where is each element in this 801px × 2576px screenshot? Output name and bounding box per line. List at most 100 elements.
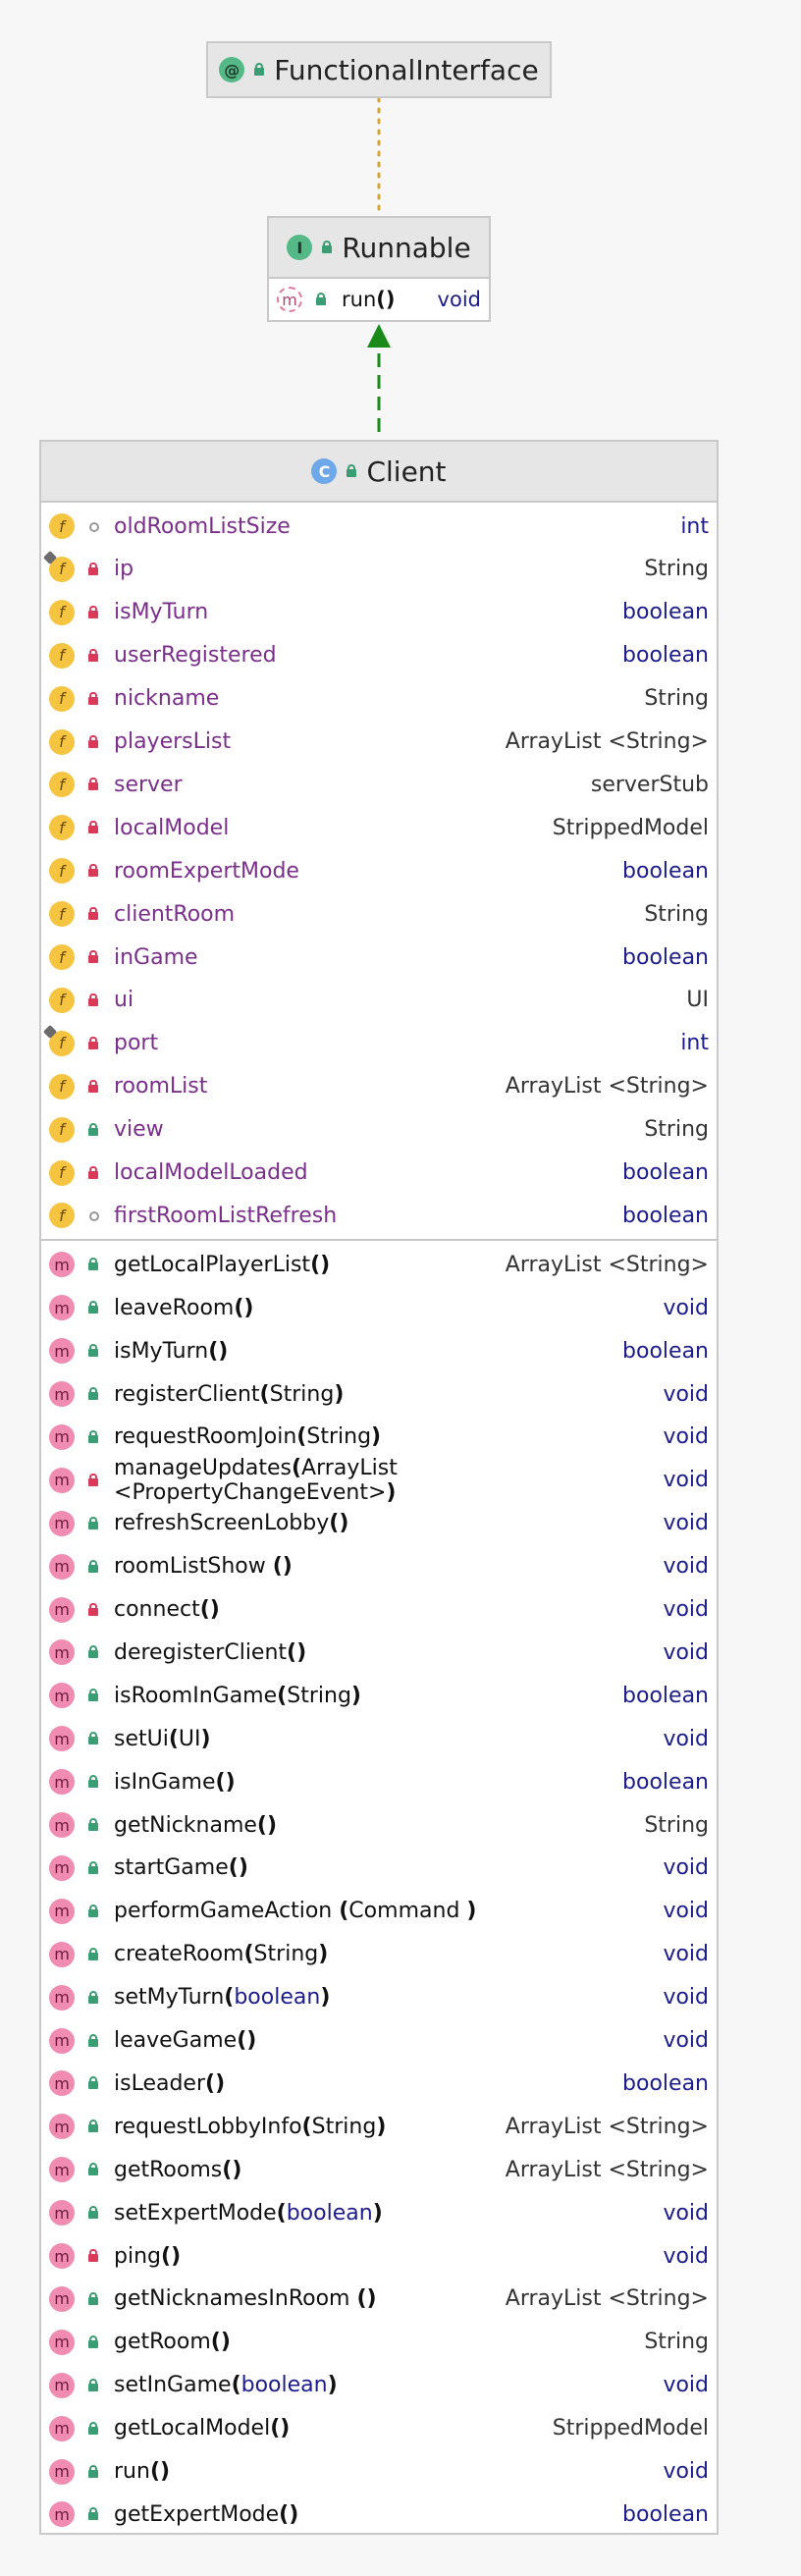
method-row[interactable]: m getExpertMode() boolean — [41, 2493, 717, 2536]
field-row[interactable]: f view String — [41, 1108, 717, 1152]
method-params: () — [287, 1639, 307, 1665]
field-name: ip — [114, 557, 134, 582]
method-row[interactable]: m ping() void — [41, 2234, 717, 2278]
field-row[interactable]: f isMyTurn boolean — [41, 591, 717, 634]
method-icon: m — [49, 2200, 75, 2227]
field-row[interactable]: f roomExpertMode boolean — [41, 849, 717, 892]
functional-interface-name: FunctionalInterface — [274, 53, 539, 86]
private-lock-icon — [86, 562, 100, 576]
method-row[interactable]: m isLeader() boolean — [41, 2062, 717, 2105]
runnable-interface-box[interactable]: I Runnable m run() void — [267, 216, 491, 322]
field-name: localModel — [114, 815, 230, 840]
public-lock-icon — [86, 1645, 100, 1659]
method-row[interactable]: m connect() void — [41, 1588, 717, 1632]
method-row[interactable]: m setInGame(boolean) void — [41, 2364, 717, 2407]
method-params: () — [279, 2501, 299, 2527]
method-signature: getNicknamesInRoom () — [114, 2286, 377, 2312]
field-row[interactable]: f clientRoom String — [41, 892, 717, 936]
field-icon: f — [49, 772, 75, 798]
field-row[interactable]: f roomList ArrayList <String> — [41, 1065, 717, 1108]
method-params: (String) — [277, 1683, 361, 1708]
abstract-method-icon: m — [277, 287, 302, 312]
method-icon: m — [49, 1423, 75, 1450]
field-name: view — [114, 1117, 164, 1143]
method-row[interactable]: m getLocalPlayerList() ArrayList <String> — [41, 1243, 717, 1286]
method-row[interactable]: m getNickname() String — [41, 1803, 717, 1847]
method-row[interactable]: m createRoom(String) void — [41, 1933, 717, 1976]
method-row[interactable]: m manageUpdates(ArrayList <PropertyChange… — [41, 1456, 717, 1505]
field-type: boolean — [622, 1203, 709, 1228]
public-lock-icon — [86, 2334, 100, 2349]
field-icon: f — [49, 944, 75, 970]
method-row[interactable]: m run() void — [41, 2450, 717, 2494]
method-return-type: String — [644, 2330, 709, 2355]
package-visibility-icon — [86, 1208, 100, 1222]
method-signature: isLeader() — [114, 2070, 226, 2096]
field-type: String — [644, 686, 709, 712]
method-row[interactable]: m isMyTurn() boolean — [41, 1329, 717, 1372]
method-row[interactable]: m requestRoomJoin(String) void — [41, 1416, 717, 1459]
method-row[interactable]: m performGameAction (Command ) void — [41, 1890, 717, 1933]
field-name: playersList — [114, 729, 232, 754]
method-row[interactable]: m deregisterClient() void — [41, 1631, 717, 1674]
method-params: (boolean) — [231, 2373, 338, 2398]
method-icon: m — [49, 1467, 75, 1493]
method-icon: m — [49, 1553, 75, 1580]
public-lock-icon — [86, 2120, 100, 2133]
method-row[interactable]: m roomListShow () void — [41, 1545, 717, 1588]
method-row[interactable]: m leaveGame() void — [41, 2019, 717, 2063]
functional-interface-box[interactable]: @ FunctionalInterface — [206, 41, 552, 98]
runnable-method-row[interactable]: m run() void — [269, 279, 489, 320]
field-row[interactable]: f userRegistered boolean — [41, 634, 717, 677]
method-row[interactable]: m refreshScreenLobby() void — [41, 1502, 717, 1545]
field-icon: f — [49, 728, 75, 755]
field-row[interactable]: f localModelLoaded boolean — [41, 1152, 717, 1195]
method-params: (UI) — [168, 1726, 211, 1751]
method-return-type: boolean — [622, 1769, 709, 1795]
method-params: () — [149, 2459, 171, 2484]
method-row[interactable]: m isInGame() boolean — [41, 1760, 717, 1803]
method-params: () — [161, 2243, 182, 2269]
field-row[interactable]: f nickname String — [41, 677, 717, 721]
field-name: roomExpertMode — [114, 858, 299, 884]
method-row[interactable]: m isRoomInGame(String) boolean — [41, 1674, 717, 1717]
method-icon: m — [49, 1984, 75, 2011]
method-return-type: void — [663, 1424, 709, 1450]
method-row[interactable]: m startGame() void — [41, 1847, 717, 1890]
field-row[interactable]: f ip String — [41, 548, 717, 591]
method-icon: m — [49, 1854, 75, 1881]
method-params: () — [329, 1511, 349, 1536]
method-row[interactable]: m getRooms() ArrayList <String> — [41, 2148, 717, 2191]
client-class-box[interactable]: C Client f oldRoomListSize int f ip String f is… — [39, 440, 719, 2535]
field-icon: f — [49, 1073, 75, 1100]
field-row[interactable]: f localModel StrippedModel — [41, 806, 717, 849]
method-row[interactable]: m getLocalModel() StrippedModel — [41, 2407, 717, 2450]
method-row[interactable]: m setExpertMode(boolean) void — [41, 2191, 717, 2234]
field-row[interactable]: f ui UI — [41, 979, 717, 1022]
private-lock-icon — [86, 734, 100, 749]
method-return-type: boolean — [622, 1338, 709, 1364]
method-row[interactable]: m setMyTurn(boolean) void — [41, 1976, 717, 2019]
method-row[interactable]: m getRoom() String — [41, 2321, 717, 2364]
method-icon: m — [49, 1381, 75, 1407]
method-row[interactable]: m getNicknamesInRoom () ArrayList <String> — [41, 2278, 717, 2321]
method-name: run() — [342, 288, 396, 311]
method-row[interactable]: m leaveRoom() void — [41, 1286, 717, 1329]
method-row[interactable]: m setUi(UI) void — [41, 1717, 717, 1760]
method-return-type: void — [663, 1468, 709, 1493]
runnable-header: I Runnable — [269, 218, 489, 279]
field-row[interactable]: f server serverStub — [41, 763, 717, 806]
method-params: () — [270, 2416, 291, 2442]
field-row[interactable]: f firstRoomListRefresh boolean — [41, 1194, 717, 1237]
field-icon: f — [49, 815, 75, 841]
field-row[interactable]: f inGame boolean — [41, 936, 717, 979]
field-row[interactable]: f port int — [41, 1022, 717, 1065]
field-row[interactable]: f playersList ArrayList <String> — [41, 721, 717, 764]
method-signature: createRoom(String) — [114, 1942, 329, 1967]
method-return-type: void — [663, 1511, 709, 1536]
method-row[interactable]: m requestLobbyInfo(String) ArrayList <Stri… — [41, 2105, 717, 2148]
field-row[interactable]: f oldRoomListSize int — [41, 505, 717, 548]
method-signature: performGameAction (Command ) — [114, 1899, 477, 1924]
method-row[interactable]: m registerClient(String) void — [41, 1372, 717, 1416]
field-name: clientRoom — [114, 901, 236, 927]
